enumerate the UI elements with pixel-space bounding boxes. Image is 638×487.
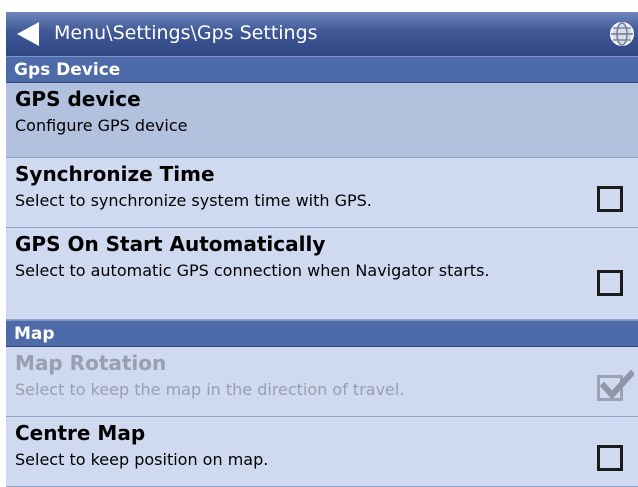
section-header-gps-device: Gps Device bbox=[6, 56, 638, 83]
gps-settings-screen: Menu\Settings\Gps Settings Gps Device GP… bbox=[6, 12, 638, 487]
synchronize-time-checkbox[interactable] bbox=[597, 186, 623, 212]
title-bar: Menu\Settings\Gps Settings bbox=[6, 12, 638, 57]
checkmark-icon bbox=[599, 369, 634, 400]
list-item-gps-device[interactable]: GPS device Configure GPS device bbox=[6, 83, 638, 158]
list-item-synchronize-time[interactable]: Synchronize Time Select to synchronize s… bbox=[6, 158, 638, 228]
item-description: Select to automatic GPS connection when … bbox=[15, 261, 490, 280]
list-item-map-rotation[interactable]: Map Rotation Select to keep the map in t… bbox=[6, 347, 638, 417]
item-label: GPS On Start Automatically bbox=[15, 232, 326, 256]
gps-on-start-checkbox[interactable] bbox=[597, 270, 623, 296]
item-label: Synchronize Time bbox=[15, 162, 215, 186]
map-rotation-checkbox[interactable] bbox=[597, 369, 634, 401]
item-label: Centre Map bbox=[15, 421, 146, 445]
item-description: Configure GPS device bbox=[15, 116, 188, 135]
centre-map-checkbox[interactable] bbox=[597, 445, 623, 471]
item-description: Select to keep the map in the direction … bbox=[15, 380, 405, 399]
item-label: Map Rotation bbox=[15, 351, 167, 375]
list-item-centre-map[interactable]: Centre Map Select to keep position on ma… bbox=[6, 417, 638, 487]
section-header-map: Map bbox=[6, 320, 638, 347]
breadcrumb-title: Menu\Settings\Gps Settings bbox=[54, 22, 318, 44]
back-arrow-icon bbox=[17, 22, 39, 46]
item-label: GPS device bbox=[15, 87, 141, 111]
globe-icon bbox=[610, 22, 634, 46]
item-description: Select to synchronize system time with G… bbox=[15, 191, 372, 210]
back-button[interactable] bbox=[10, 18, 46, 50]
item-description: Select to keep position on map. bbox=[15, 450, 269, 469]
list-item-gps-on-start[interactable]: GPS On Start Automatically Select to aut… bbox=[6, 228, 638, 320]
globe-button[interactable] bbox=[608, 20, 636, 48]
